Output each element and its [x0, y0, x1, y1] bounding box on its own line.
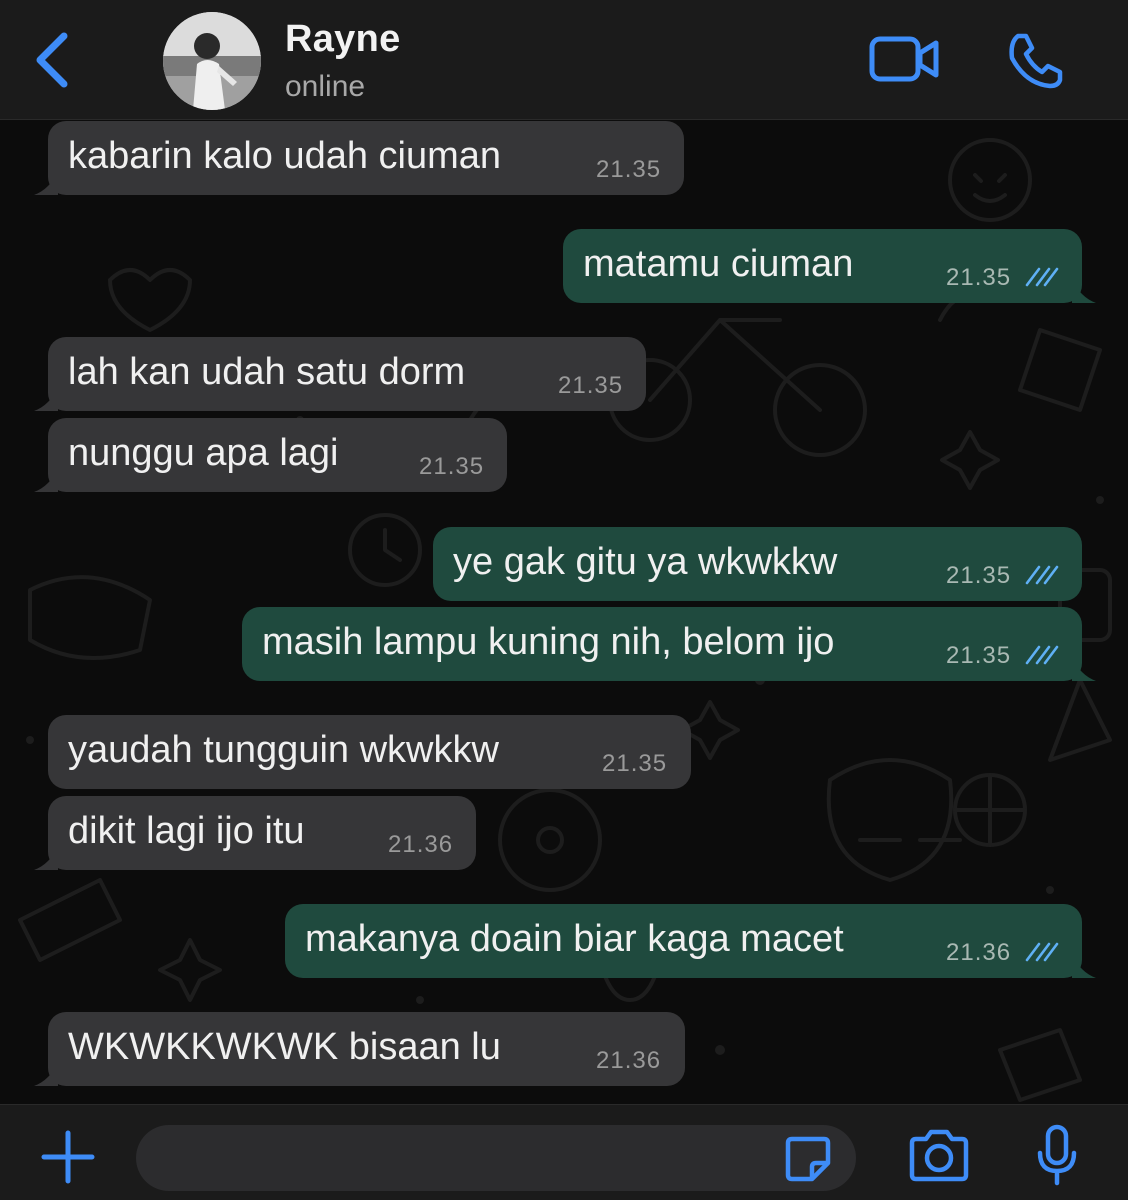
message-text: masih lampu kuning nih, belom ijo: [262, 621, 835, 663]
message-time: 21.35: [946, 562, 1012, 589]
bubble-tail: [1072, 279, 1096, 303]
bubble-tail: [1072, 954, 1096, 978]
message-text: yaudah tungguin wkwkkw: [68, 729, 499, 771]
message-outgoing[interactable]: matamu ciuman 21.35: [563, 229, 1096, 303]
message-time: 21.35: [602, 750, 668, 777]
message-text: dikit lagi ijo itu: [68, 810, 305, 852]
avatar-image: [163, 12, 261, 110]
message-time: 21.36: [946, 939, 1012, 966]
message-input[interactable]: [160, 1135, 780, 1181]
message-text: WKWKKWKWK bisaan lu: [68, 1026, 501, 1068]
message-incoming[interactable]: yaudah tungguin wkwkkw 21.35: [48, 715, 691, 789]
message-text: lah kan udah satu dorm: [68, 351, 466, 393]
camera-button[interactable]: [906, 1127, 972, 1183]
bubble-tail: [34, 468, 58, 492]
message-time: 21.35: [946, 264, 1012, 291]
chat-header: Rayne online: [0, 0, 1128, 120]
message-time: 21.35: [946, 642, 1012, 669]
message-incoming[interactable]: nunggu apa lagi 21.35: [34, 418, 507, 492]
back-button[interactable]: [30, 30, 74, 90]
attach-button[interactable]: [38, 1127, 98, 1187]
video-call-button[interactable]: [868, 34, 942, 84]
message-text: ye gak gitu ya wkwkkw: [453, 541, 838, 583]
microphone-icon: [1037, 1124, 1077, 1186]
message-incoming[interactable]: kabarin kalo udah ciuman 21.35: [34, 121, 684, 195]
message-time: 21.35: [558, 372, 624, 399]
message-composer: [0, 1104, 1128, 1200]
message-list[interactable]: kabarin kalo udah ciuman 21.35 matamu ci…: [0, 120, 1128, 1104]
double-check-icon: [1025, 942, 1059, 962]
message-time: 21.35: [419, 453, 485, 480]
message-time: 21.36: [388, 831, 454, 858]
message-input-wrapper[interactable]: [136, 1125, 856, 1191]
contact-status: online: [285, 70, 366, 103]
message-text: nunggu apa lagi: [68, 432, 339, 474]
bubble-tail: [34, 846, 58, 870]
avatar[interactable]: [163, 12, 261, 110]
message-time: 21.35: [596, 156, 662, 183]
message-time: 21.36: [596, 1047, 662, 1074]
message-outgoing[interactable]: ye gak gitu ya wkwkkw 21.35: [433, 527, 1082, 601]
bubble-tail: [34, 1062, 58, 1086]
microphone-button[interactable]: [1034, 1123, 1080, 1189]
voice-call-button[interactable]: [1004, 30, 1066, 90]
double-check-icon: [1025, 267, 1059, 287]
bubble-tail: [1072, 657, 1096, 681]
phone-icon: [1009, 33, 1063, 89]
sticker-icon: [785, 1136, 831, 1182]
message-outgoing[interactable]: masih lampu kuning nih, belom ijo 21.35: [242, 607, 1096, 681]
message-incoming[interactable]: lah kan udah satu dorm 21.35: [34, 337, 646, 411]
bubble-tail: [34, 171, 58, 195]
video-camera-icon: [869, 36, 939, 82]
double-check-icon: [1025, 645, 1059, 665]
chevron-left-icon: [36, 32, 68, 88]
camera-icon: [909, 1129, 969, 1182]
plus-icon: [41, 1130, 95, 1184]
sticker-button[interactable]: [782, 1133, 834, 1185]
bubble-tail: [34, 387, 58, 411]
double-check-icon: [1025, 565, 1059, 585]
message-text: kabarin kalo udah ciuman: [68, 135, 502, 177]
message-text: matamu ciuman: [583, 243, 854, 285]
message-incoming[interactable]: WKWKKWKWK bisaan lu 21.36: [34, 1012, 685, 1086]
contact-name[interactable]: Rayne: [285, 18, 401, 61]
message-incoming[interactable]: dikit lagi ijo itu 21.36: [34, 796, 476, 870]
message-outgoing[interactable]: makanya doain biar kaga macet 21.36: [285, 904, 1096, 978]
message-text: makanya doain biar kaga macet: [305, 918, 844, 960]
